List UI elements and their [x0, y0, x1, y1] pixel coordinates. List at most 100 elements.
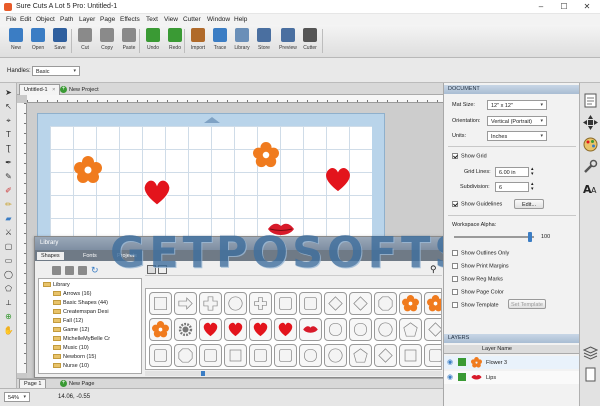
eye-icon[interactable]: ◉ [447, 373, 453, 381]
show-page-color-checkbox[interactable]: Show Page Color [452, 289, 504, 295]
menu-view[interactable]: View [164, 16, 178, 23]
shape-tile[interactable] [349, 318, 372, 341]
rectangle-tool-icon[interactable]: ▢ [3, 241, 14, 252]
shape-tile[interactable] [199, 344, 222, 367]
edit-guidelines-button[interactable]: Edit... [514, 199, 544, 209]
menu-file[interactable]: File [6, 16, 16, 23]
show-grid-checkbox[interactable]: Show Grid [452, 153, 487, 159]
menu-effects[interactable]: Effects [120, 16, 140, 23]
shape-tile[interactable] [224, 318, 247, 341]
move-arrows-icon[interactable] [583, 115, 598, 130]
layers-icon[interactable] [583, 345, 598, 360]
text-style-icon[interactable]: AA [583, 181, 598, 196]
menu-object[interactable]: Object [36, 16, 55, 23]
rounded-rectangle-tool-icon[interactable]: ▭ [3, 255, 14, 266]
preview-button[interactable]: Preview [278, 28, 298, 51]
library-scrollbar[interactable] [145, 371, 442, 376]
shape-tile[interactable] [424, 318, 441, 341]
library-folder-item[interactable]: Fall (12) [53, 318, 83, 324]
paste-button[interactable]: Paste [119, 28, 139, 51]
menu-edit[interactable]: Edit [20, 16, 31, 23]
workspace-alpha-slider[interactable] [454, 232, 534, 242]
layer-color-swatch[interactable] [458, 373, 466, 381]
cut-button[interactable]: Cut [75, 28, 95, 51]
wrench-icon[interactable] [583, 159, 598, 174]
document-settings-icon[interactable] [583, 93, 598, 108]
show-guidelines-checkbox[interactable]: Show Guidelines [452, 201, 502, 207]
library-folder-item[interactable]: Game (12) [53, 327, 89, 333]
set-template-button[interactable]: Set Template [508, 299, 546, 309]
library-folder-item[interactable]: MichelleMyBelle Cr [53, 336, 110, 342]
shape-tile[interactable] [299, 292, 322, 315]
redo-button[interactable]: Redo [165, 28, 185, 51]
folder-options-icon[interactable] [78, 266, 87, 275]
shape-tile[interactable] [374, 344, 397, 367]
add-folder-icon[interactable] [52, 266, 61, 275]
save-button[interactable]: Save [50, 28, 70, 51]
library-folder-item[interactable]: Basic Shapes (44) [53, 300, 108, 306]
library-folder-item[interactable]: Arrows (16) [53, 291, 91, 297]
layer-row[interactable]: ◉ Flower 3 [444, 356, 580, 369]
eye-icon[interactable]: ◉ [447, 358, 453, 366]
shape-tile[interactable] [174, 344, 197, 367]
slider-thumb[interactable] [528, 232, 532, 242]
mat-size-select[interactable]: 12" x 12" ▾ [487, 100, 547, 110]
menu-help[interactable]: Help [234, 16, 247, 23]
calligraphy-tool-icon[interactable]: ✏ [3, 199, 14, 210]
heart-shape[interactable] [142, 178, 172, 206]
shape-tile[interactable] [199, 318, 222, 341]
polygon-tool-icon[interactable]: ⬠ [3, 283, 14, 294]
shape-tile[interactable] [174, 318, 197, 341]
menu-text[interactable]: Text [146, 16, 158, 23]
contour-tool-icon[interactable]: ⌖ [3, 115, 14, 126]
library-folder-item[interactable]: Music (10) [53, 345, 89, 351]
shape-tile[interactable] [274, 318, 297, 341]
grid-lines-input[interactable]: 6.00 in [495, 167, 529, 177]
shape-tile[interactable] [324, 292, 347, 315]
shape-tile[interactable] [399, 318, 422, 341]
library-folder-item[interactable]: Createmspan Desi [53, 309, 109, 315]
tab-shapes[interactable]: Shapes [37, 252, 64, 260]
refresh-icon[interactable]: ↻ [91, 265, 101, 275]
show-print-margins-checkbox[interactable]: Show Print Margins [452, 263, 509, 269]
eraser-tool-icon[interactable]: ▰ [3, 213, 14, 224]
zoom-tool-icon[interactable]: ⊕ [3, 311, 14, 322]
library-root-item[interactable]: Library [43, 282, 70, 288]
shape-tile[interactable] [324, 318, 347, 341]
library-button[interactable]: Library [232, 28, 252, 51]
flower-shape[interactable] [74, 156, 102, 184]
layer-color-swatch[interactable] [458, 358, 466, 366]
pencil-tool-icon[interactable]: ✎ [3, 171, 14, 182]
brush-tool-icon[interactable]: ✐ [3, 185, 14, 196]
menu-cutter[interactable]: Cutter [183, 16, 201, 23]
maximize-button[interactable]: ☐ [553, 1, 575, 13]
select-tool-icon[interactable]: ➤ [3, 87, 14, 98]
trace-button[interactable]: Trace [210, 28, 230, 51]
shape-tile[interactable] [199, 292, 222, 315]
text-tool-icon[interactable]: T [3, 129, 14, 140]
new-button[interactable]: New [6, 28, 26, 51]
measure-tool-icon[interactable]: ⟂ [3, 297, 14, 308]
shape-tile[interactable] [299, 318, 322, 341]
shape-tile[interactable] [249, 292, 272, 315]
library-folder-item[interactable]: Newborn (15) [53, 354, 96, 360]
orientation-select[interactable]: Vertical (Portrait) ▾ [487, 116, 547, 126]
shape-tile[interactable] [349, 344, 372, 367]
shape-tile[interactable] [224, 292, 247, 315]
pan-tool-icon[interactable]: ✋ [3, 325, 14, 336]
scroll-thumb[interactable] [201, 371, 205, 376]
tab-page-1[interactable]: Page 1 [19, 379, 47, 388]
import-button[interactable]: Import [188, 28, 208, 51]
subdivision-input[interactable]: 6 [495, 182, 529, 192]
text-path-tool-icon[interactable]: Ʈ [3, 143, 14, 154]
heart-shape[interactable] [324, 166, 352, 192]
library-folder-item[interactable]: Nurse (10) [53, 363, 89, 369]
open-button[interactable]: Open [28, 28, 48, 51]
shape-tile[interactable] [149, 292, 172, 315]
close-tab-icon[interactable]: × [52, 87, 55, 93]
shape-tile[interactable] [349, 292, 372, 315]
pen-tool-icon[interactable]: ✒ [3, 157, 14, 168]
shape-tile[interactable] [249, 318, 272, 341]
undo-button[interactable]: Undo [143, 28, 163, 51]
new-project-tab[interactable]: + New Project [57, 84, 102, 95]
